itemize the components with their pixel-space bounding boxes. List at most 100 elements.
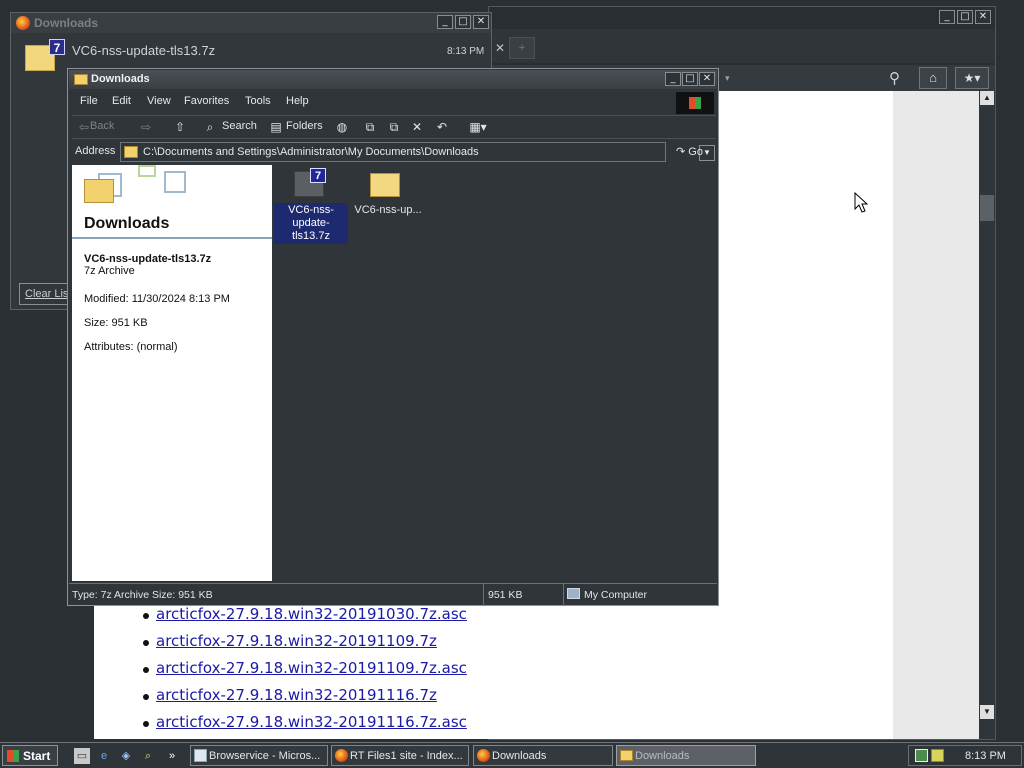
address-path: C:\Documents and Settings\Administrator\… [143,146,479,158]
views-icon[interactable]: ▦▾ [466,119,490,135]
download-item-time: 8:13 PM [447,46,485,57]
explorer-icon[interactable]: ◈ [118,748,134,764]
overflow-chevron-icon[interactable]: » [164,748,180,764]
menu-favorites[interactable]: Favorites [184,95,229,107]
download-item-name: VC6-nss-update-tls13.7z [72,43,216,58]
7z-archive-icon: 7 [49,39,65,55]
details-file-type: 7z Archive [84,265,135,277]
ie-icon[interactable]: e [96,748,112,764]
delete-icon[interactable]: ✕ [409,119,425,135]
list-item[interactable]: arcticfox-27.9.18.win32-20191109.7z [140,632,467,659]
taskbar-button-ff-downloads[interactable]: Downloads [473,745,613,766]
file-list: 7 VC6-nss-update-tls13.7z VC6-nss-up... [274,165,716,581]
windows-logo-icon [676,92,714,114]
window-controls: _ □ ✕ [437,15,489,29]
folder-banner: Downloads [72,165,272,239]
folder-icon [74,74,88,85]
address-label: Address [75,145,116,157]
minimize-button[interactable]: _ [939,10,955,24]
firefox-icon [16,16,30,30]
move-to-icon[interactable]: ⧉ [362,119,378,135]
search-folder-icon[interactable]: ⌕ [140,748,156,764]
copy-to-icon[interactable]: ⧉ [386,119,402,135]
windows-logo-icon [7,750,19,762]
file-name: VC6-nss-update-tls13.7z [274,203,348,244]
scroll-thumb[interactable] [980,195,994,221]
window-title: Downloads [91,73,150,85]
menu-tools[interactable]: Tools [245,95,271,107]
maximize-button[interactable]: □ [682,72,698,86]
clock[interactable]: 8:13 PM [965,750,1006,762]
page-scrollbar[interactable]: ▲ ▼ [979,91,995,739]
scroll-down-icon[interactable]: ▼ [980,705,994,719]
show-desktop-icon[interactable]: ▭ [74,748,90,764]
folder-icon [124,146,138,158]
address-field[interactable]: C:\Documents and Settings\Administrator\… [120,142,715,162]
list-item[interactable]: arcticfox-27.9.18.win32-20191116.7z [140,686,467,713]
window-controls: _ □ ✕ [665,72,715,86]
folder-title: Downloads [84,215,170,232]
file-item[interactable]: VC6-nss-up... [350,165,426,233]
network-icon[interactable] [915,749,928,762]
list-item[interactable]: arcticfox-27.9.18.win32-20191030.7z.asc [140,605,467,632]
browser-window-controls: _ □ ✕ [939,10,991,24]
menu-edit[interactable]: Edit [112,95,131,107]
download-link-list: arcticfox-27.9.18.win32-20191030.7z.asc … [140,605,467,740]
home-button[interactable]: ⌂ [919,67,947,89]
minimize-button[interactable]: _ [665,72,681,86]
list-item[interactable]: arcticfox-27.9.18.win32-20191116.7z.asc [140,713,467,740]
tray-app-icon[interactable] [931,749,944,762]
file-item[interactable]: 7 VC6-nss-update-tls13.7z [274,165,350,244]
window-title: Downloads [34,16,99,30]
up-folder-icon[interactable]: ⇧ [172,119,188,135]
decorative-square [138,165,156,177]
search-button[interactable]: Search [222,120,257,132]
start-button[interactable]: Start [2,745,58,766]
forward-arrow-icon[interactable]: ⇨ [138,119,154,135]
maximize-button[interactable]: □ [455,15,471,29]
tab-close-icon[interactable]: ✕ [495,41,505,55]
bookmarks-button[interactable]: ★▾ [955,67,989,89]
folder-icon [620,750,633,761]
close-button[interactable]: ✕ [975,10,991,24]
list-item[interactable]: arcticfox-27.9.18.win32-20191109.7z.asc [140,659,467,686]
taskbar-button-label: Downloads [492,750,547,762]
taskbar-button-label: RT Files1 site - Index... [350,750,463,762]
status-zone: My Computer [563,584,713,606]
window-titlebar[interactable]: Downloads _ □ ✕ [11,13,491,33]
details-pane: Downloads VC6-nss-update-tls13.7z 7z Arc… [72,165,272,581]
menu-help[interactable]: Help [286,95,309,107]
undo-icon[interactable]: ↶ [434,119,450,135]
window-titlebar[interactable]: Downloads _ □ ✕ [69,70,717,89]
menu-file[interactable]: File [80,95,98,107]
file-name: VC6-nss-up... [354,204,422,216]
details-size: Size: 951 KB [84,317,148,329]
new-tab-button[interactable]: + [509,37,535,59]
taskbar-button-browservice[interactable]: Browservice - Micros... [190,745,328,766]
close-button[interactable]: ✕ [699,72,715,86]
globe-icon[interactable]: ◍ [334,119,350,135]
status-bar: Type: 7z Archive Size: 951 KB 951 KB My … [69,583,717,606]
taskbar-button-label: Browservice - Micros... [209,750,321,762]
menu-bar: File Edit View Favorites Tools Help [72,92,716,114]
search-icon[interactable]: ⚲ [889,69,900,87]
taskbar-button-explorer-downloads[interactable]: Downloads [616,745,756,766]
go-button[interactable]: ↷ Go [676,145,703,158]
folders-button[interactable]: Folders [286,120,323,132]
maximize-button[interactable]: □ [957,10,973,24]
taskbar-button-rt-files[interactable]: RT Files1 site - Index... [331,745,469,766]
back-button[interactable]: Back [90,120,114,132]
chevron-down-icon[interactable]: ▾ [725,73,730,84]
page-margin [893,91,979,739]
details-modified: Modified: 11/30/2024 8:13 PM [84,293,230,305]
scroll-up-icon[interactable]: ▲ [980,91,994,105]
menu-view[interactable]: View [147,95,171,107]
details-attributes: Attributes: (normal) [84,341,178,353]
close-button[interactable]: ✕ [473,15,489,29]
7z-badge-icon: 7 [310,168,326,183]
firefox-icon [477,749,490,762]
minimize-button[interactable]: _ [437,15,453,29]
folder-icon [84,179,114,203]
browser-tab-strip: ✕ + [489,29,995,63]
start-label: Start [23,749,51,763]
